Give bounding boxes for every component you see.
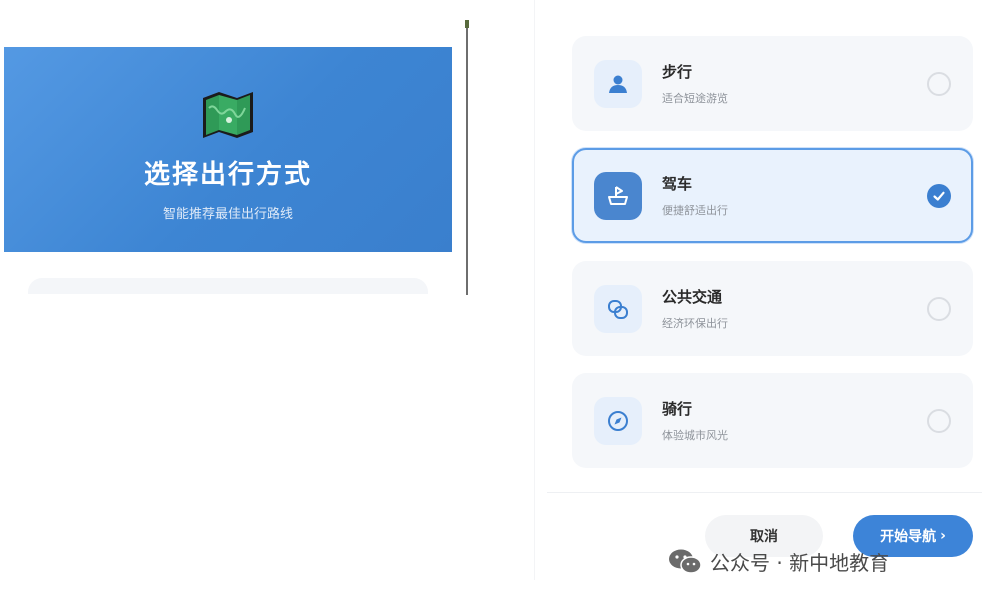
- option-icon-box: [594, 284, 642, 333]
- option-text: 步行 适合短途游览: [662, 61, 927, 106]
- option-drive[interactable]: 驾车 便捷舒适出行: [572, 148, 973, 243]
- option-description: 体验城市风光: [662, 429, 728, 442]
- chevron-right-icon: ›: [940, 528, 946, 544]
- transit-icon: [608, 299, 628, 319]
- hero-banner: 选择出行方式 智能推荐最佳出行路线: [4, 47, 452, 252]
- option-title: 骑行: [662, 400, 693, 418]
- start-navigation-label: 开始导航: [880, 529, 937, 545]
- option-title: 驾车: [662, 175, 693, 193]
- radio-drive-checked[interactable]: [927, 183, 951, 208]
- card-placeholder: [28, 278, 428, 294]
- option-text: 驾车 便捷舒适出行: [662, 173, 927, 218]
- watermark: 公众号 · 新中地教育: [668, 546, 889, 576]
- option-title: 公共交通: [662, 288, 723, 306]
- option-icon-box: [594, 59, 642, 108]
- option-walk[interactable]: 步行 适合短途游览: [572, 36, 973, 131]
- divider: [465, 20, 469, 295]
- page-title: 选择出行方式: [143, 160, 312, 190]
- option-icon-box: [594, 171, 642, 220]
- wechat-icon: [669, 549, 702, 574]
- page-subtitle: 智能推荐最佳出行路线: [162, 207, 293, 222]
- radio-walk[interactable]: [927, 71, 951, 96]
- option-transit[interactable]: 公共交通 经济环保出行: [572, 261, 973, 356]
- option-description: 便捷舒适出行: [662, 204, 728, 217]
- option-text: 公共交通 经济环保出行: [662, 286, 927, 331]
- check-icon: [933, 191, 945, 201]
- compass-icon: [608, 410, 628, 431]
- option-description: 经济环保出行: [662, 317, 728, 330]
- option-text: 骑行 体验城市风光: [662, 398, 927, 443]
- watermark-text: 公众号 · 新中地教育: [710, 550, 890, 575]
- map-icon: [203, 92, 253, 138]
- radio-bike[interactable]: [927, 408, 951, 433]
- option-bike[interactable]: 骑行 体验城市风光: [572, 373, 973, 468]
- option-icon-box: [594, 396, 642, 445]
- footer-divider: [547, 492, 982, 493]
- car-icon: [608, 185, 628, 205]
- option-title: 步行: [662, 63, 693, 81]
- transport-selection-panel: 步行 适合短途游览 驾车 便捷舒适出行 公共交通 经济环保出行 骑行 体验城市风…: [534, 0, 982, 580]
- radio-transit[interactable]: [927, 296, 951, 321]
- person-icon: [609, 75, 627, 93]
- option-description: 适合短途游览: [662, 92, 728, 105]
